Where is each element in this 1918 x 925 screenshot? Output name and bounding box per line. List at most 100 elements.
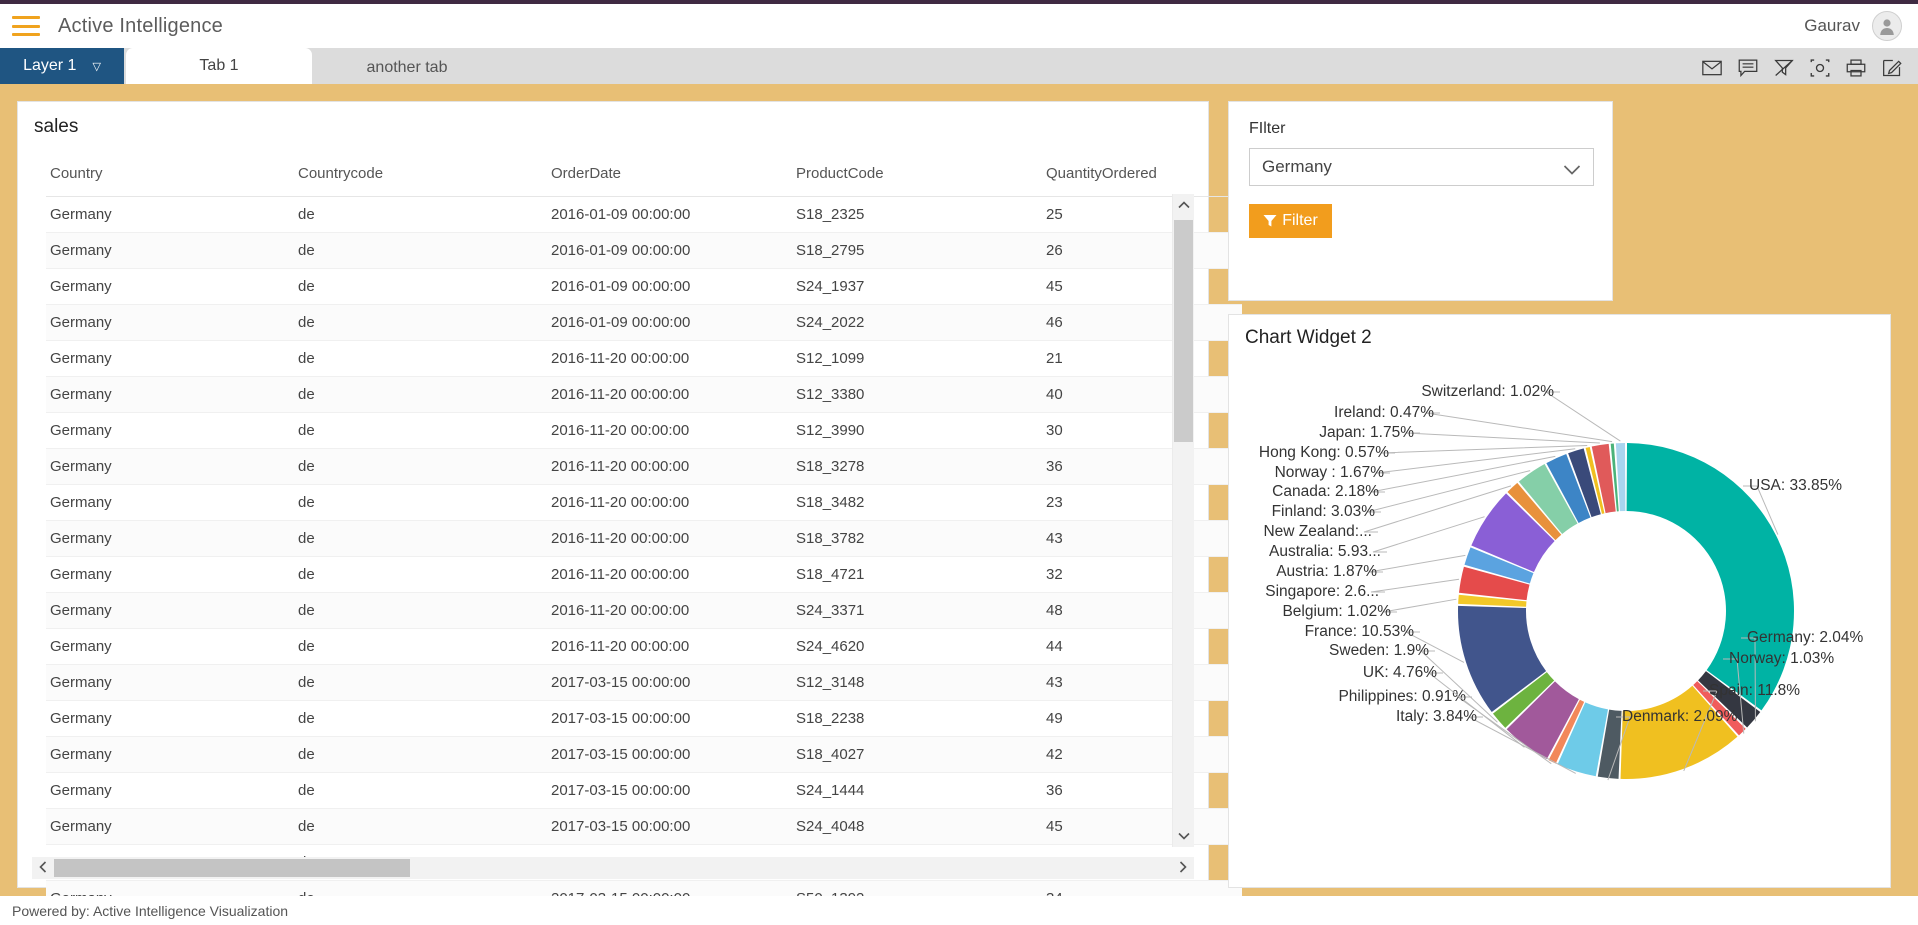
tab-another-tab[interactable]: another tab	[314, 52, 500, 84]
cell-quantityordered: 44	[1042, 629, 1242, 665]
donut-leader-line	[1406, 433, 1600, 443]
dashboard-canvas: sales Country Countrycode OrderDate Prod…	[0, 84, 1918, 896]
table-row[interactable]: Germanyde2017-03-15 00:00:00S24_404845	[46, 809, 1242, 845]
cell-productcode: S18_4027	[792, 737, 1042, 773]
cell-quantityordered: 43	[1042, 521, 1242, 557]
cell-countrycode: de	[294, 305, 547, 341]
tab-label: Tab 1	[199, 57, 238, 75]
chevron-down-icon[interactable]: ▽	[92, 60, 100, 73]
filter-apply-label: Filter	[1282, 212, 1318, 230]
table-row[interactable]: Germanyde2016-11-20 00:00:00S18_472132	[46, 557, 1242, 593]
table-row[interactable]: Germanyde2016-01-09 00:00:00S24_202246	[46, 305, 1242, 341]
table-row[interactable]: Germanyde2016-11-20 00:00:00S18_378243	[46, 521, 1242, 557]
column-header-quantityordered[interactable]: QuantityOrdered	[1042, 156, 1242, 197]
mail-icon[interactable]	[1702, 58, 1722, 78]
donut-slice-label: Italy: 3.84%	[1396, 708, 1477, 725]
column-header-country[interactable]: Country	[46, 156, 294, 197]
filter-country-select[interactable]: Germany	[1249, 148, 1594, 186]
cell-orderdate: 2016-11-20 00:00:00	[547, 413, 792, 449]
table-row[interactable]: Germanyde2016-01-09 00:00:00S18_279526	[46, 233, 1242, 269]
cell-orderdate: 2016-11-20 00:00:00	[547, 593, 792, 629]
filter-label: FIlter	[1249, 120, 1592, 138]
filter-widget: FIlter Germany Filter	[1228, 101, 1613, 301]
cell-productcode: S18_3482	[792, 485, 1042, 521]
cell-country: Germany	[46, 377, 294, 413]
sales-table-body: Germanyde2016-01-09 00:00:00S18_232525Ge…	[46, 197, 1242, 925]
clear-filter-icon[interactable]	[1774, 58, 1794, 78]
cell-country: Germany	[46, 485, 294, 521]
cell-productcode: S18_3782	[792, 521, 1042, 557]
table-row[interactable]: Germanyde2017-03-15 00:00:00S18_402742	[46, 737, 1242, 773]
donut-slice-label: New Zealand:...	[1263, 523, 1372, 540]
chevron-left-icon[interactable]	[32, 861, 54, 876]
tab-bar: Layer 1 ▽ Tab 1 another tab	[0, 48, 1918, 84]
table-row[interactable]: Germanyde2016-11-20 00:00:00S18_348223	[46, 485, 1242, 521]
cell-productcode: S18_2795	[792, 233, 1042, 269]
cell-country: Germany	[46, 197, 294, 233]
cell-quantityordered: 45	[1042, 269, 1242, 305]
table-row[interactable]: Germanyde2016-01-09 00:00:00S24_193745	[46, 269, 1242, 305]
comment-icon[interactable]	[1738, 58, 1758, 78]
donut-chart[interactable]: USA: 33.85%Germany: 2.04%Norway: 1.03%Sp…	[1229, 349, 1892, 889]
table-row[interactable]: Germanyde2016-01-09 00:00:00S18_232525	[46, 197, 1242, 233]
cell-countrycode: de	[294, 593, 547, 629]
cell-quantityordered: 48	[1042, 593, 1242, 629]
filter-selected-value: Germany	[1262, 157, 1332, 177]
cell-countrycode: de	[294, 665, 547, 701]
cell-orderdate: 2017-03-15 00:00:00	[547, 809, 792, 845]
donut-slice-label: Switzerland: 1.02%	[1421, 383, 1554, 400]
cell-quantityordered: 46	[1042, 305, 1242, 341]
column-header-productcode[interactable]: ProductCode	[792, 156, 1042, 197]
cell-countrycode: de	[294, 521, 547, 557]
chevron-up-icon[interactable]	[1173, 194, 1194, 216]
chevron-down-icon[interactable]	[1563, 161, 1581, 181]
chevron-down-icon[interactable]	[1173, 825, 1194, 847]
header-user-area: Gaurav	[1804, 11, 1902, 41]
edit-icon[interactable]	[1882, 58, 1902, 78]
table-row[interactable]: Germanyde2016-11-20 00:00:00S12_338040	[46, 377, 1242, 413]
cell-countrycode: de	[294, 377, 547, 413]
table-row[interactable]: Germanyde2017-03-15 00:00:00S12_314843	[46, 665, 1242, 701]
cell-orderdate: 2017-03-15 00:00:00	[547, 773, 792, 809]
cell-productcode: S24_3371	[792, 593, 1042, 629]
cell-countrycode: de	[294, 701, 547, 737]
table-vertical-scrollbar[interactable]	[1172, 194, 1194, 847]
cell-productcode: S12_3990	[792, 413, 1042, 449]
snapshot-icon[interactable]	[1810, 58, 1830, 78]
footer-text: Powered by: Active Intelligence Visualiz…	[12, 903, 288, 919]
tab-label: another tab	[367, 59, 448, 77]
horizontal-scroll-thumb[interactable]	[54, 859, 410, 877]
donut-slice-label: Sweden: 1.9%	[1329, 642, 1429, 659]
hamburger-icon[interactable]	[12, 16, 40, 36]
print-icon[interactable]	[1846, 58, 1866, 78]
cell-orderdate: 2016-01-09 00:00:00	[547, 305, 792, 341]
cell-quantityordered: 36	[1042, 773, 1242, 809]
cell-orderdate: 2016-11-20 00:00:00	[547, 377, 792, 413]
donut-leader-line	[1373, 517, 1485, 552]
layer-selector[interactable]: Layer 1 ▽	[0, 48, 124, 84]
table-row[interactable]: Germanyde2017-03-15 00:00:00S24_144436	[46, 773, 1242, 809]
donut-slice-label: Canada: 2.18%	[1272, 483, 1379, 500]
vertical-scroll-thumb[interactable]	[1174, 220, 1193, 442]
cell-productcode: S12_3380	[792, 377, 1042, 413]
table-row[interactable]: Germanyde2016-11-20 00:00:00S24_462044	[46, 629, 1242, 665]
table-horizontal-scrollbar[interactable]	[32, 857, 1194, 879]
table-row[interactable]: Germanyde2017-03-15 00:00:00S18_223849	[46, 701, 1242, 737]
donut-slice-label: Spain: 11.8%	[1709, 682, 1800, 699]
donut-chart-svg[interactable]: USA: 33.85%Germany: 2.04%Norway: 1.03%Sp…	[1229, 349, 1892, 889]
table-row[interactable]: Germanyde2016-11-20 00:00:00S18_327836	[46, 449, 1242, 485]
cell-country: Germany	[46, 305, 294, 341]
table-row[interactable]: Germanyde2016-11-20 00:00:00S12_399030	[46, 413, 1242, 449]
table-row[interactable]: Germanyde2016-11-20 00:00:00S24_337148	[46, 593, 1242, 629]
filter-apply-button[interactable]: Filter	[1249, 204, 1332, 238]
cell-country: Germany	[46, 773, 294, 809]
column-header-countrycode[interactable]: Countrycode	[294, 156, 547, 197]
column-header-orderdate[interactable]: OrderDate	[547, 156, 792, 197]
chevron-right-icon[interactable]	[1172, 861, 1194, 876]
sales-table: Country Countrycode OrderDate ProductCod…	[46, 156, 1242, 925]
tab-tab-1[interactable]: Tab 1	[126, 48, 312, 84]
cell-quantityordered: 23	[1042, 485, 1242, 521]
user-avatar-icon[interactable]	[1872, 11, 1902, 41]
toolbar-icons	[1702, 58, 1902, 78]
table-row[interactable]: Germanyde2016-11-20 00:00:00S12_109921	[46, 341, 1242, 377]
